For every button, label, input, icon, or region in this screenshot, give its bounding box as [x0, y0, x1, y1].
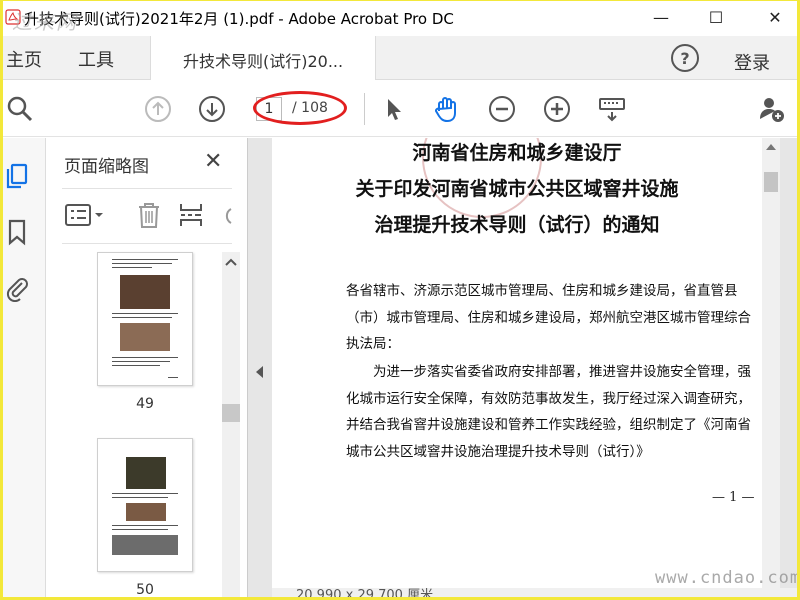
page-thumbnails-icon[interactable]	[5, 162, 29, 190]
document-tab-label: 升技术导则(试行)20...	[183, 52, 344, 71]
panel-close-icon[interactable]: ✕	[204, 149, 222, 174]
red-annotation-ellipse	[253, 91, 347, 125]
page-up-icon[interactable]	[144, 95, 172, 123]
close-window-button[interactable]: ✕	[752, 0, 798, 34]
delete-trash-icon[interactable]	[136, 201, 162, 229]
document-vertical-scrollbar[interactable]	[762, 138, 780, 588]
document-tab[interactable]: 升技术导则(试行)20...	[150, 36, 376, 80]
tab-home[interactable]: 主页	[6, 46, 42, 72]
doc-paragraph-body: 为进一步落实省委省政府安排部署，推进窨井设施安全管理，强化城市运行安全保障，有效…	[346, 364, 751, 460]
scroll-up-arrow-icon[interactable]	[225, 258, 237, 266]
left-navigation-rail	[0, 138, 46, 600]
tab-tools[interactable]: 工具	[78, 46, 114, 72]
status-bar: 20.990 x 29.700 厘米	[272, 588, 800, 600]
window-title: 升技术导则(试行)2021年2月 (1).pdf - Adobe Acrobat…	[24, 10, 454, 28]
help-icon[interactable]: ?	[671, 44, 699, 72]
scroll-up-arrow-icon[interactable]	[766, 144, 776, 150]
page-footer-number: — 1 —	[712, 490, 755, 505]
title-bar: 升技术导则(试行)2021年2月 (1).pdf - Adobe Acrobat…	[0, 0, 800, 36]
extract-pages-icon[interactable]	[178, 201, 204, 229]
doc-paragraph-addressees: 各省辖市、济源示范区城市管理局、住房和城乡建设局，省直管县（市）城市管理局、住房…	[346, 283, 751, 352]
panel-title: 页面缩略图	[64, 157, 149, 177]
login-button[interactable]: 登录	[734, 49, 770, 75]
rotate-icon[interactable]	[218, 201, 232, 229]
watermark-top: 过来网	[12, 10, 78, 34]
main-toolbar: 1 / 108	[0, 81, 800, 137]
bookmark-icon[interactable]	[5, 218, 29, 246]
thumbnail-options-icon[interactable]	[64, 201, 108, 229]
zoom-out-icon[interactable]	[488, 95, 516, 123]
maximize-button[interactable]: ☐	[693, 0, 739, 34]
thumbnail-page-49[interactable]	[97, 252, 193, 386]
thumbnail-page-label: 50	[136, 582, 154, 598]
menu-tab-bar: 主页 工具 升技术导则(试行)20... ? 登录	[0, 36, 800, 80]
panel-toolbar	[62, 188, 232, 244]
page-thumbnails-panel: 页面缩略图 ✕ 49 50	[46, 138, 248, 600]
attachment-paperclip-icon[interactable]	[5, 274, 29, 302]
zoom-in-icon[interactable]	[543, 95, 571, 123]
minimize-button[interactable]: —	[638, 0, 684, 34]
thumbnail-scrollbar-thumb[interactable]	[222, 404, 240, 422]
doc-title-line-3: 治理提升技术导则（试行）的通知	[374, 214, 660, 236]
watermark-bottom: www.cndao.com	[655, 568, 800, 588]
select-arrow-icon[interactable]	[380, 95, 408, 123]
collapse-panel-arrow-icon[interactable]	[256, 366, 263, 378]
doc-title-line-2: 关于印发河南省城市公共区域窨井设施	[355, 178, 679, 200]
thumbnail-scrollbar[interactable]	[222, 252, 240, 600]
thumbnail-page-50[interactable]	[97, 438, 193, 572]
keyboard-tools-icon[interactable]	[598, 95, 626, 123]
thumbnail-page-label: 49	[136, 396, 154, 412]
pdf-page: 河南省住房和城乡建设厅 关于印发河南省城市公共区域窨井设施 治理提升技术导则（试…	[272, 138, 762, 588]
doc-title-line-1: 河南省住房和城乡建设厅	[412, 142, 622, 164]
add-user-icon[interactable]	[758, 95, 786, 123]
document-scrollbar-thumb[interactable]	[764, 172, 778, 192]
toolbar-divider	[364, 93, 365, 125]
page-down-icon[interactable]	[198, 95, 226, 123]
hand-pan-icon[interactable]	[432, 95, 460, 123]
zoom-search-icon[interactable]	[6, 95, 34, 123]
page-size-readout: 20.990 x 29.700 厘米	[296, 588, 434, 600]
